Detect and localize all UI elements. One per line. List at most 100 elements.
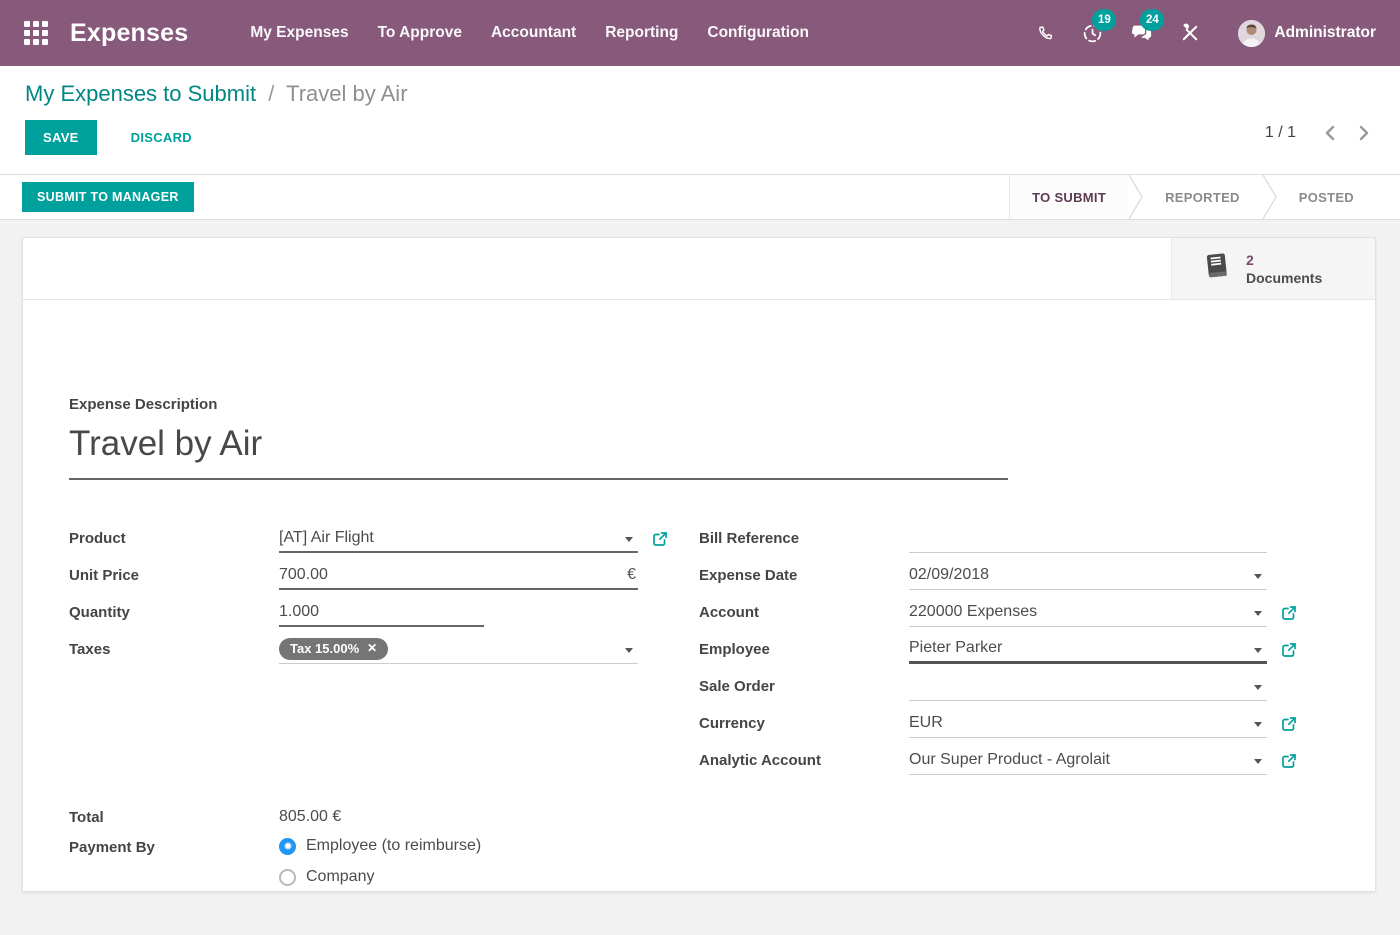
menu-item-configuration[interactable]: Configuration: [707, 24, 809, 42]
app-title: Expenses: [70, 19, 188, 48]
product-value[interactable]: [AT] Air Flight: [279, 529, 374, 547]
documents-count: 2: [1246, 251, 1322, 269]
unit-price-input[interactable]: 700.00 €: [279, 562, 638, 590]
chevron-down-icon[interactable]: [1254, 574, 1262, 579]
chevron-down-icon[interactable]: [1254, 759, 1262, 764]
account-input[interactable]: 220000 Expenses: [909, 599, 1267, 627]
chevron-down-icon[interactable]: [1254, 648, 1262, 653]
analytic-account-label: Analytic Account: [699, 752, 909, 769]
taxes-label: Taxes: [69, 641, 279, 658]
expenses-app-window: Expenses My Expenses To Approve Accounta…: [0, 0, 1400, 918]
account-label: Account: [699, 604, 909, 621]
breadcrumb-current: Travel by Air: [286, 81, 407, 106]
chevron-down-icon[interactable]: [1254, 685, 1262, 690]
employee-label: Employee: [699, 641, 909, 658]
unit-price-value[interactable]: 700.00: [279, 566, 328, 584]
total-value: 805.00 €: [279, 808, 341, 826]
field-row-employee: Employee Pieter Parker: [699, 631, 1297, 668]
payment-option-company[interactable]: Company: [279, 868, 481, 886]
currency-value[interactable]: EUR: [909, 714, 943, 732]
analytic-account-external-link-icon[interactable]: [1281, 753, 1297, 769]
sale-order-input[interactable]: [909, 673, 1267, 701]
save-button[interactable]: SAVE: [25, 120, 97, 155]
employee-external-link-icon[interactable]: [1281, 642, 1297, 658]
chevron-down-icon[interactable]: [625, 648, 633, 653]
status-step-to-submit[interactable]: TO SUBMIT: [1010, 175, 1128, 219]
quantity-input[interactable]: 1.000: [279, 599, 484, 627]
bill-reference-input[interactable]: [909, 525, 1267, 553]
main-menu: My Expenses To Approve Accountant Report…: [250, 24, 809, 42]
submit-to-manager-button[interactable]: SUBMIT TO MANAGER: [22, 182, 194, 212]
field-row-account: Account 220000 Expenses: [699, 594, 1297, 631]
product-input[interactable]: [AT] Air Flight: [279, 525, 638, 553]
pager-previous-icon[interactable]: [1318, 125, 1341, 141]
currency-external-link-icon[interactable]: [1281, 716, 1297, 732]
status-steps: TO SUBMIT REPORTED POSTED: [1009, 175, 1376, 219]
employee-value[interactable]: Pieter Parker: [909, 639, 1002, 657]
radio-unselected-icon[interactable]: [279, 869, 296, 886]
menu-item-to-approve[interactable]: To Approve: [378, 24, 462, 42]
chevron-down-icon[interactable]: [1254, 722, 1262, 727]
field-row-product: Product [AT] Air Flight: [69, 520, 668, 557]
expense-form-card: 2 Documents Expense Description Travel b…: [22, 237, 1376, 892]
chevron-down-icon[interactable]: [1254, 611, 1262, 616]
expense-description-label: Expense Description: [69, 396, 217, 413]
taxes-input[interactable]: Tax 15.00% ✕: [279, 636, 638, 664]
statusbar: SUBMIT TO MANAGER TO SUBMIT REPORTED POS…: [0, 175, 1400, 220]
pager-next-icon[interactable]: [1353, 125, 1376, 141]
step-separator-icon: [1128, 175, 1143, 219]
menu-item-reporting[interactable]: Reporting: [605, 24, 678, 42]
status-step-reported[interactable]: REPORTED: [1143, 175, 1262, 219]
currency-suffix: €: [627, 566, 636, 584]
sale-order-label: Sale Order: [699, 678, 909, 695]
total-label: Total: [69, 809, 279, 826]
product-external-link-icon[interactable]: [652, 531, 668, 547]
step-separator-icon: [1262, 175, 1277, 219]
chevron-down-icon[interactable]: [625, 537, 633, 542]
messages-icon[interactable]: 24: [1130, 23, 1153, 44]
field-row-unit-price: Unit Price 700.00 €: [69, 557, 668, 594]
expense-date-input[interactable]: 02/09/2018: [909, 562, 1267, 590]
account-value[interactable]: 220000 Expenses: [909, 603, 1037, 621]
user-avatar[interactable]: [1238, 20, 1265, 47]
analytic-account-value[interactable]: Our Super Product - Agrolait: [909, 751, 1110, 769]
analytic-account-input[interactable]: Our Super Product - Agrolait: [909, 747, 1267, 775]
expense-description-input[interactable]: Travel by Air: [69, 418, 1008, 480]
radio-selected-icon[interactable]: [279, 838, 296, 855]
activities-badge: 19: [1092, 9, 1116, 31]
messages-badge: 24: [1140, 9, 1164, 31]
payment-option-employee-label: Employee (to reimburse): [306, 837, 481, 855]
tools-icon[interactable]: [1180, 23, 1200, 43]
discard-button[interactable]: DISCARD: [117, 120, 206, 155]
currency-label: Currency: [699, 715, 909, 732]
payment-by-label: Payment By: [69, 837, 279, 899]
tag-remove-icon[interactable]: ✕: [367, 641, 377, 656]
account-external-link-icon[interactable]: [1281, 605, 1297, 621]
documents-label: Documents: [1246, 269, 1322, 287]
currency-input[interactable]: EUR: [909, 710, 1267, 738]
button-box: 2 Documents: [23, 238, 1375, 300]
breadcrumb-separator: /: [268, 81, 274, 106]
menu-item-accountant[interactable]: Accountant: [491, 24, 576, 42]
apps-menu-icon[interactable]: [24, 21, 48, 45]
user-name[interactable]: Administrator: [1274, 24, 1376, 42]
breadcrumb: My Expenses to Submit / Travel by Air: [25, 81, 1376, 107]
unit-price-label: Unit Price: [69, 567, 279, 584]
tax-tag[interactable]: Tax 15.00% ✕: [279, 638, 388, 660]
payment-by-block: Payment By Employee (to reimburse) Compa…: [69, 837, 481, 899]
activities-clock-icon[interactable]: 19: [1082, 23, 1103, 44]
menu-item-my-expenses[interactable]: My Expenses: [250, 24, 348, 42]
documents-button[interactable]: 2 Documents: [1171, 238, 1375, 299]
top-navbar: Expenses My Expenses To Approve Accounta…: [0, 0, 1400, 66]
employee-input[interactable]: Pieter Parker: [909, 636, 1267, 664]
status-step-posted[interactable]: POSTED: [1277, 175, 1376, 219]
expense-date-value[interactable]: 02/09/2018: [909, 566, 989, 584]
quantity-value[interactable]: 1.000: [279, 603, 319, 621]
content-area: 2 Documents Expense Description Travel b…: [0, 237, 1400, 935]
payment-option-employee[interactable]: Employee (to reimburse): [279, 837, 481, 855]
book-icon: [1202, 251, 1232, 286]
field-row-bill-reference: Bill Reference: [699, 520, 1297, 557]
phone-icon[interactable]: [1036, 24, 1055, 43]
breadcrumb-parent-link[interactable]: My Expenses to Submit: [25, 81, 256, 106]
field-row-analytic-account: Analytic Account Our Super Product - Agr…: [699, 742, 1297, 779]
